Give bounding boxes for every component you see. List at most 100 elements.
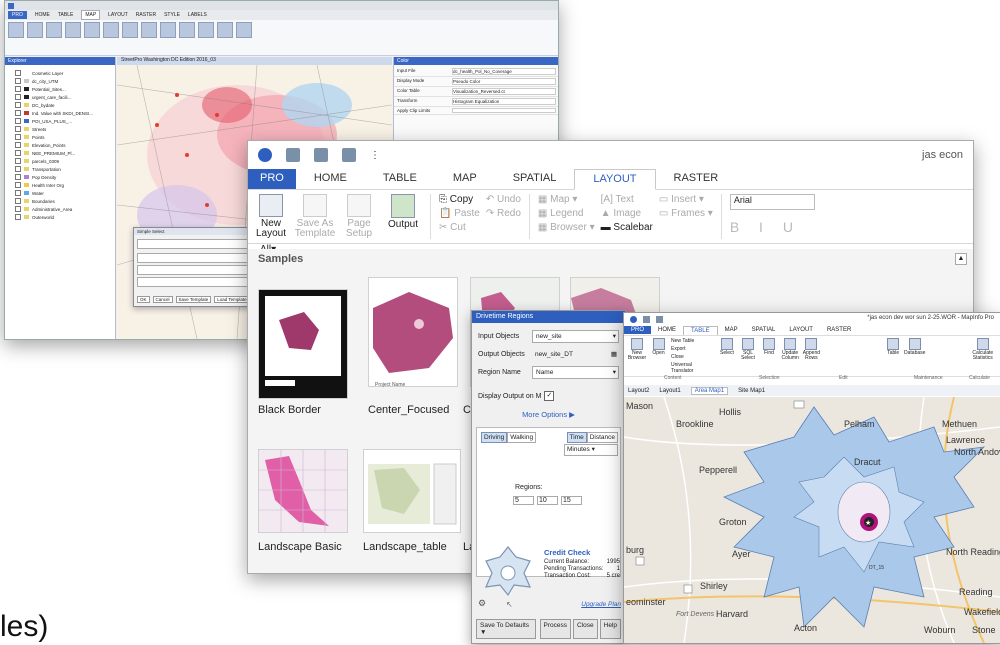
layer-row[interactable]: Points (5, 133, 115, 141)
scalebar-button[interactable]: ▬ Scalebar (601, 222, 653, 233)
walking-button[interactable]: Walking (507, 432, 537, 443)
new-browser-button[interactable]: New Browser (628, 338, 646, 374)
layer-checkbox[interactable] (15, 126, 21, 132)
layer-checkbox[interactable] (15, 70, 21, 76)
display-output-checkbox[interactable]: ✓ (544, 391, 555, 401)
layer-checkbox[interactable] (15, 110, 21, 116)
process-button[interactable]: Process (539, 619, 571, 639)
tab-map[interactable]: MAP (435, 169, 495, 189)
update-column-button[interactable]: Update Column (782, 338, 799, 374)
open-icon[interactable] (656, 315, 663, 323)
tab-pro[interactable]: PRO (248, 169, 296, 189)
layer-row[interactable]: Cosmetic Layer (5, 69, 115, 77)
tab-layout[interactable]: LAYOUT (108, 12, 128, 18)
close-table-button[interactable]: Close (671, 354, 714, 360)
layer-row[interactable]: Health Inter Org (5, 181, 115, 189)
open-icon[interactable] (314, 148, 328, 162)
table-icon[interactable]: ▦ (611, 349, 617, 360)
doc-tab-layout2[interactable]: Layout2 (628, 388, 649, 394)
tab-style[interactable]: STYLE (164, 12, 180, 18)
tab-labels[interactable]: LABELS (188, 12, 207, 18)
select-button[interactable]: Select (718, 338, 735, 374)
sql-select-button[interactable]: SQL Select (740, 338, 757, 374)
cosmetic-icon[interactable] (65, 22, 81, 38)
layer-row[interactable]: Outerworld (5, 213, 115, 221)
sort-field[interactable] (137, 277, 253, 287)
font-family-select[interactable]: Arial (729, 194, 815, 210)
save-icon[interactable] (286, 148, 300, 162)
layer-checkbox[interactable] (15, 102, 21, 108)
tab-pro[interactable]: PRO (624, 326, 652, 334)
doc-tab-layout1[interactable]: Layout1 (659, 388, 680, 394)
zoom-to-icon[interactable] (179, 22, 195, 38)
layer-checkbox[interactable] (15, 134, 21, 140)
map-canvas[interactable]: ★ (624, 397, 1000, 643)
close-button[interactable]: Close (573, 619, 598, 639)
text-style-buttons[interactable]: B I U (730, 219, 815, 235)
append-rows-button[interactable]: Append Rows (803, 338, 820, 374)
drivetime-map[interactable]: ★ Mason Hollis Brookline Pelham Methuen … (624, 397, 1000, 643)
output-objects-field[interactable]: new_site_DT ▦ (532, 349, 619, 360)
open-button[interactable]: Open (650, 338, 667, 374)
layer-checkbox[interactable] (15, 150, 21, 156)
where-field[interactable] (137, 253, 253, 263)
save-icon[interactable] (643, 315, 650, 323)
tab-table[interactable]: TABLE (365, 169, 435, 189)
tab-home[interactable]: HOME (651, 326, 683, 334)
page-setup-button[interactable]: Page Setup (340, 194, 378, 239)
layer-row[interactable]: Boundaries (5, 197, 115, 205)
layer-row[interactable]: Transportation (5, 165, 115, 173)
redo-button[interactable]: ↷ Redo (486, 208, 521, 219)
property-value[interactable]: Pseudo Color (452, 78, 556, 85)
tab-spatial[interactable]: SPATIAL (495, 169, 575, 189)
tab-layout[interactable]: LAYOUT (782, 326, 820, 334)
layer-checkbox[interactable] (15, 86, 21, 92)
save-defaults-button[interactable]: Save To Defaults ▼ (476, 619, 536, 639)
calculate-statistics-button[interactable]: Calculate Statistics (970, 338, 996, 374)
layer-row[interactable]: DC_bydate (5, 101, 115, 109)
layer-row[interactable]: POI_USA_PLUS_... (5, 117, 115, 125)
template-landscape-basic[interactable] (258, 449, 348, 533)
template-center-focused[interactable]: Project Name (368, 277, 458, 388)
layer-checkbox[interactable] (15, 118, 21, 124)
print-icon[interactable] (342, 148, 356, 162)
tab-map[interactable]: MAP (718, 326, 745, 334)
open-icon[interactable] (27, 22, 43, 38)
map-tool-icon[interactable] (8, 22, 24, 38)
tab-home[interactable]: HOME (296, 169, 365, 189)
help-button[interactable]: Help (599, 619, 621, 639)
customize-icon[interactable]: ⋮ (370, 150, 380, 161)
layer-checkbox[interactable] (15, 182, 21, 188)
property-value[interactable] (452, 108, 556, 113)
tab-home[interactable]: HOME (35, 12, 50, 18)
tab-table[interactable]: TABLE (58, 12, 73, 18)
region-input[interactable]: 5 (513, 496, 534, 505)
driving-button[interactable]: Driving (481, 432, 508, 443)
upgrade-plan-link[interactable]: Upgrade Plan (581, 601, 621, 608)
pan-icon[interactable] (122, 22, 138, 38)
insert-browser-button[interactable]: ▦ Browser ▾ (538, 222, 595, 233)
region-name-select[interactable]: Name ▾ (532, 366, 619, 379)
store-results-field[interactable] (137, 265, 253, 275)
database-button[interactable]: Database (904, 338, 925, 374)
cut-button[interactable]: ✂ Cut (439, 222, 480, 233)
settings-gear-icon[interactable]: ⚙ (478, 598, 486, 609)
layer-row[interactable]: Water (5, 189, 115, 197)
find-button[interactable]: Find (761, 338, 778, 374)
template-landscape-table[interactable] (363, 449, 461, 533)
property-value[interactable]: Histogram Equalization (452, 98, 556, 105)
export-button[interactable]: Export (671, 346, 714, 352)
region-input[interactable]: 10 (537, 496, 558, 505)
new-table-button[interactable]: New Table (671, 338, 714, 344)
distance-button[interactable]: Distance (586, 432, 618, 443)
tab-map[interactable]: MAP (81, 10, 101, 20)
tab-pro[interactable]: PRO (8, 11, 27, 19)
sync-windows-icon[interactable] (236, 22, 252, 38)
doc-tab-site-map1[interactable]: Site Map1 (738, 388, 765, 394)
layer-checkbox[interactable] (15, 206, 21, 212)
layer-row[interactable]: urgent_care_facili... (5, 93, 115, 101)
property-value[interactable]: dc_health_Pol_No_Coverage (452, 68, 556, 75)
insert-legend-button[interactable]: ▦ Legend (538, 208, 595, 219)
undo-button[interactable]: ↶ Undo (486, 194, 521, 205)
layer-checkbox[interactable] (15, 94, 21, 100)
